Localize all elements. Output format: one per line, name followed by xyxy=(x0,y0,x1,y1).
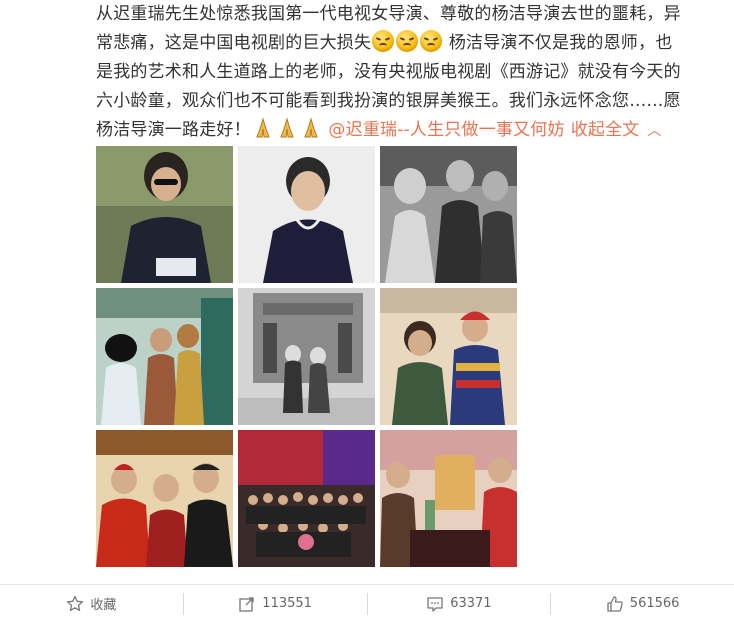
action-bar: 收藏 113551 63371 561566 xyxy=(0,584,734,622)
like-count: 561566 xyxy=(629,596,680,611)
photo-crew-monkey-king[interactable] xyxy=(96,288,233,425)
post-line-4: 六小龄童，观众们也不可能看到我扮演的银屏美猴王。我们永远怀念您……愿 xyxy=(96,91,681,111)
photo-film-set-bw[interactable] xyxy=(380,146,517,283)
mention-link[interactable]: @迟重瑞--人生只做一事又何妨 xyxy=(328,120,564,140)
thumbs-up-icon xyxy=(607,595,623,612)
photo-living-room[interactable] xyxy=(380,430,517,567)
post-line-2-tail: 杨洁导演不仅是我的恩师，也 xyxy=(448,33,673,53)
star-icon xyxy=(67,595,84,611)
weibo-post-card: 从迟重瑞先生处惊悉我国第一代电视女导演、尊敬的杨洁导演去世的噩耗，异 常悲痛，这… xyxy=(0,0,734,621)
post-line-5-text: 杨洁导演一路走好！ xyxy=(96,120,251,140)
pray-emoji-icon xyxy=(280,117,294,138)
repost-button[interactable]: 113551 xyxy=(182,592,367,615)
collapse-full-text-link[interactable]: 收起全文 xyxy=(571,120,640,140)
sad-face-emoji-icon xyxy=(372,30,395,52)
comment-icon xyxy=(427,596,443,612)
pray-emoji-icon xyxy=(256,117,270,138)
repost-count: 113551 xyxy=(262,596,312,611)
sad-face-emoji-icon xyxy=(396,30,419,52)
post-text: 从迟重瑞先生处惊悉我国第一代电视女导演、尊敬的杨洁导演去世的噩耗，异 常悲痛，这… xyxy=(96,0,726,145)
post-line-2-text: 常悲痛，这是中国电视剧的巨大损失 xyxy=(96,33,372,53)
pray-emoji-icon xyxy=(304,117,318,138)
photo-couple-building-bw[interactable] xyxy=(238,288,375,425)
sad-face-emoji-icon xyxy=(420,30,443,52)
photo-director-with-actor[interactable] xyxy=(380,288,517,425)
comment-count: 63371 xyxy=(450,596,492,611)
repost-icon xyxy=(239,596,254,612)
photo-grid xyxy=(96,146,517,567)
photo-young-director-sunglasses[interactable] xyxy=(96,146,233,283)
like-button[interactable]: 561566 xyxy=(550,592,734,615)
photo-director-portrait[interactable] xyxy=(238,146,375,283)
favorite-label: 收藏 xyxy=(90,598,117,613)
photo-three-in-red[interactable] xyxy=(96,430,233,567)
photo-group-stage[interactable] xyxy=(238,430,375,567)
post-line-2: 常悲痛，这是中国电视剧的巨大损失 杨洁导演不仅是我的恩师，也 xyxy=(96,29,726,58)
post-line-3: 是我的艺术和人生道路上的老师，没有央视版电视剧《西游记》就没有今天的 xyxy=(96,62,681,82)
post-line-1: 从迟重瑞先生处惊悉我国第一代电视女导演、尊敬的杨洁导演去世的噩耗，异 xyxy=(96,4,681,24)
chevron-up-icon[interactable]: ︿ xyxy=(648,123,662,139)
comment-button[interactable]: 63371 xyxy=(366,592,551,615)
favorite-button[interactable]: 收藏 xyxy=(0,593,183,615)
post-line-5: 杨洁导演一路走好！ @迟重瑞--人生只做一事又何妨 收起全文 ︿ xyxy=(96,116,726,145)
